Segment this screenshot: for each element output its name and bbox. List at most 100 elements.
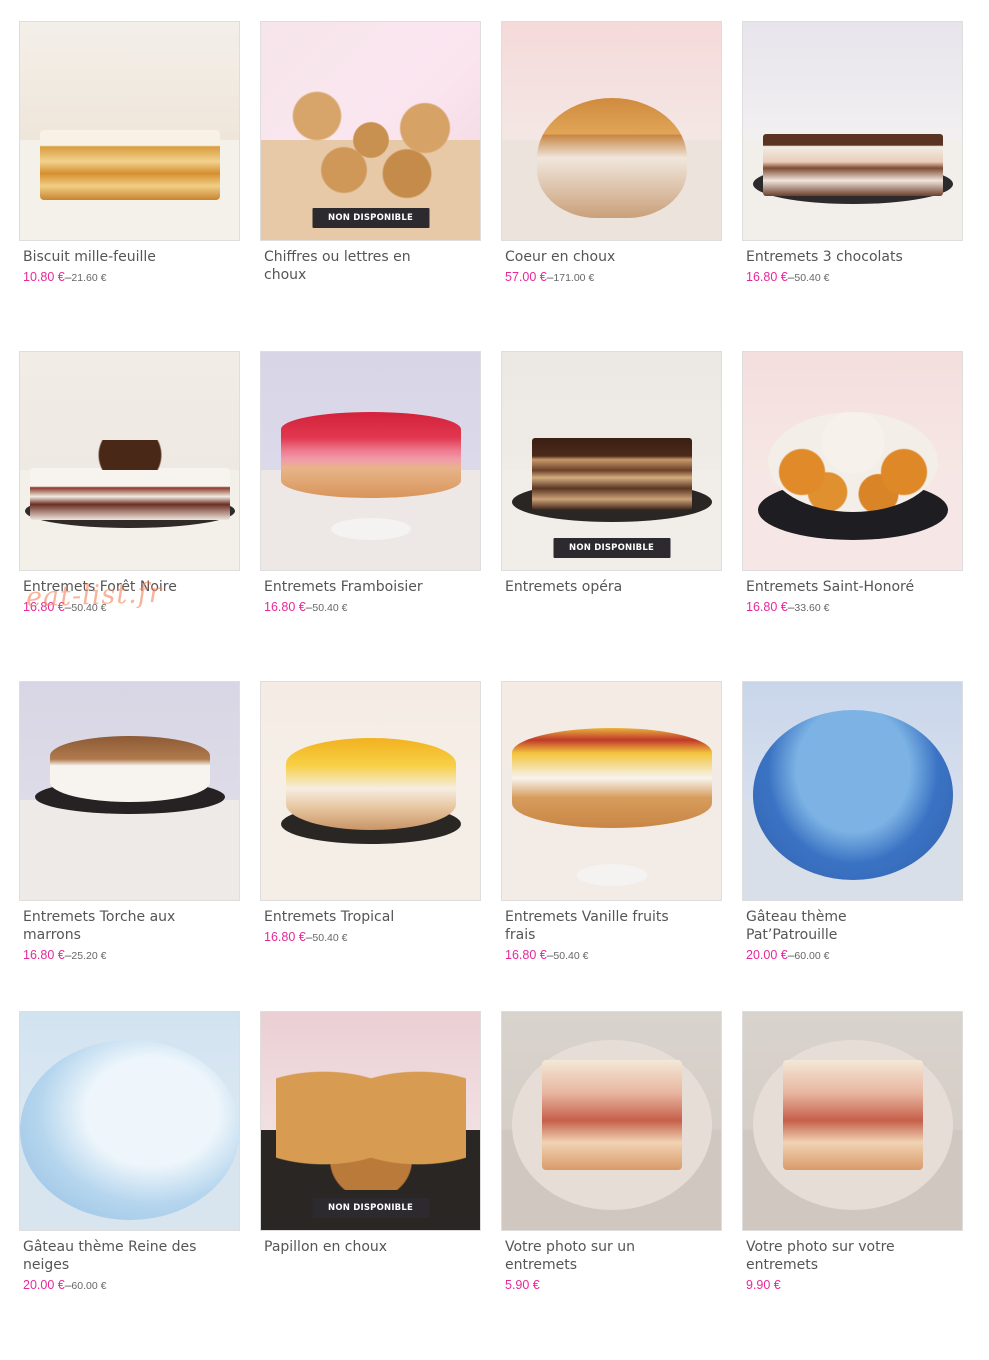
product-card[interactable]: NON DISPONIBLE Chiffres ou lettres en cho… <box>260 21 481 351</box>
product-card[interactable]: NON DISPONIBLE Papillon en choux <box>260 1011 481 1341</box>
product-name[interactable]: Votre photo sur un entremets <box>505 1238 695 1274</box>
product-card[interactable]: Gâteau thème Pat’Patrouille 20.00 €–60.00… <box>742 681 963 1011</box>
cake-plate <box>330 518 411 540</box>
price-to: 25.20 € <box>71 950 107 962</box>
product-card[interactable]: NON DISPONIBLE Entremets opéra <box>501 351 722 681</box>
product-name[interactable]: Entremets Vanille fruits frais <box>505 908 695 944</box>
cake-shape <box>767 412 938 512</box>
product-card[interactable]: Entremets Saint-Honoré 16.80 €–33.60 € <box>742 351 963 681</box>
product-name[interactable]: Entremets Framboisier <box>264 578 454 596</box>
cake-shape <box>280 80 461 200</box>
price-from: 16.80 € <box>264 930 306 944</box>
photo-cake-2-image[interactable] <box>742 1011 963 1231</box>
price-from: 16.80 € <box>264 600 306 614</box>
price-range: 16.80 €–50.40 € <box>23 600 240 614</box>
price-from: 16.80 € <box>746 270 788 284</box>
cake-shape <box>531 438 692 510</box>
product-name[interactable]: Papillon en choux <box>264 1238 454 1256</box>
price-to: 60.00 € <box>71 1280 107 1292</box>
product-card[interactable]: Entremets Tropical 16.80 €–50.40 € <box>260 681 481 1011</box>
product-card[interactable]: Entremets Framboisier 16.80 €–50.40 € <box>260 351 481 681</box>
cake-shape <box>49 736 210 802</box>
product-card[interactable]: Biscuit mille-feuille 10.80 €–21.60 € <box>19 21 240 351</box>
product-name[interactable]: Entremets 3 chocolats <box>746 248 936 266</box>
price-from: 9.90 € <box>746 1278 781 1292</box>
price-range: 9.90 € <box>746 1278 963 1292</box>
paw-patrol-cake-image[interactable] <box>742 681 963 901</box>
cake-topping <box>54 440 205 470</box>
product-card[interactable]: Entremets 3 chocolats 16.80 €–50.40 € <box>742 21 963 351</box>
product-card[interactable]: Votre photo sur un entremets 5.90 € <box>501 1011 722 1341</box>
three-chocolate-image[interactable] <box>742 21 963 241</box>
unavailable-badge: NON DISPONIBLE <box>553 538 670 558</box>
product-card[interactable]: Entremets Vanille fruits frais 16.80 €–50… <box>501 681 722 1011</box>
price-to: 50.40 € <box>794 272 830 284</box>
price-range: 16.80 €–33.60 € <box>746 600 963 614</box>
product-name[interactable]: Coeur en choux <box>505 248 695 266</box>
product-name[interactable]: Entremets Saint-Honoré <box>746 578 936 596</box>
price-to: 50.40 € <box>553 950 589 962</box>
product-name[interactable]: Entremets Forêt Noire <box>23 578 213 596</box>
price-from: 57.00 € <box>505 270 547 284</box>
cake-shape <box>536 98 687 218</box>
raspberry-cake-image[interactable] <box>260 351 481 571</box>
cake-shape <box>275 1070 466 1190</box>
product-name[interactable]: Biscuit mille-feuille <box>23 248 213 266</box>
price-from: 16.80 € <box>505 948 547 962</box>
product-card[interactable]: Gâteau thème Reine des neiges 20.00 €–60.… <box>19 1011 240 1341</box>
price-range: 20.00 €–60.00 € <box>23 1278 240 1292</box>
price-range: 16.80 €–50.40 € <box>746 270 963 284</box>
price-range: 5.90 € <box>505 1278 722 1292</box>
price-from: 20.00 € <box>746 948 788 962</box>
product-name[interactable]: Entremets opéra <box>505 578 695 596</box>
black-forest-image[interactable] <box>19 351 240 571</box>
product-card[interactable]: Coeur en choux 57.00 €–171.00 € <box>501 21 722 351</box>
cake-shape <box>39 130 220 200</box>
cake-shape <box>782 1060 923 1170</box>
saint-honore-image[interactable] <box>742 351 963 571</box>
butterfly-choux-image[interactable]: NON DISPONIBLE <box>260 1011 481 1231</box>
price-range: 20.00 €–60.00 € <box>746 948 963 962</box>
price-range: 57.00 €–171.00 € <box>505 270 722 284</box>
photo-cake-image[interactable] <box>501 1011 722 1231</box>
product-name[interactable]: Entremets Tropical <box>264 908 454 926</box>
choux-numbers-image[interactable]: NON DISPONIBLE <box>260 21 481 241</box>
price-from: 16.80 € <box>23 600 65 614</box>
cake-plate <box>576 864 647 886</box>
product-grid: Biscuit mille-feuille 10.80 €–21.60 € NON … <box>19 21 963 1341</box>
price-from: 5.90 € <box>505 1278 540 1292</box>
price-to: 33.60 € <box>794 602 830 614</box>
product-name[interactable]: Chiffres ou lettres en choux <box>264 248 454 284</box>
cake-shape <box>752 710 953 880</box>
price-from: 20.00 € <box>23 1278 65 1292</box>
frozen-cake-image[interactable] <box>19 1011 240 1231</box>
price-to: 171.00 € <box>553 272 595 284</box>
price-to: 60.00 € <box>794 950 830 962</box>
vanilla-fruit-image[interactable] <box>501 681 722 901</box>
cake-shape <box>285 738 456 830</box>
chestnut-cake-image[interactable] <box>19 681 240 901</box>
price-range: 16.80 €–25.20 € <box>23 948 240 962</box>
cake-shape <box>762 134 943 196</box>
cake-shape <box>29 468 230 520</box>
price-to: 50.40 € <box>312 932 348 944</box>
opera-cake-image[interactable]: NON DISPONIBLE <box>501 351 722 571</box>
cake-shape <box>541 1060 682 1170</box>
product-card[interactable]: Entremets Torche aux marrons 16.80 €–25.2… <box>19 681 240 1011</box>
cake-shape <box>280 412 461 498</box>
product-name[interactable]: Gâteau thème Pat’Patrouille <box>746 908 936 944</box>
product-name[interactable]: Gâteau thème Reine des neiges <box>23 1238 213 1274</box>
cake-shape <box>511 728 712 828</box>
product-card[interactable]: Votre photo sur votre entremets 9.90 € <box>742 1011 963 1341</box>
product-card[interactable]: Entremets Forêt Noire 16.80 €–50.40 € <box>19 351 240 681</box>
tropical-cake-image[interactable] <box>260 681 481 901</box>
price-from: 16.80 € <box>23 948 65 962</box>
mille-feuille-image[interactable] <box>19 21 240 241</box>
product-name[interactable]: Votre photo sur votre entremets <box>746 1238 936 1274</box>
heart-choux-image[interactable] <box>501 21 722 241</box>
product-name[interactable]: Entremets Torche aux marrons <box>23 908 213 944</box>
price-to: 50.40 € <box>71 602 107 614</box>
unavailable-badge: NON DISPONIBLE <box>312 1198 429 1218</box>
price-range: 10.80 €–21.60 € <box>23 270 240 284</box>
cake-shape <box>20 1040 239 1220</box>
